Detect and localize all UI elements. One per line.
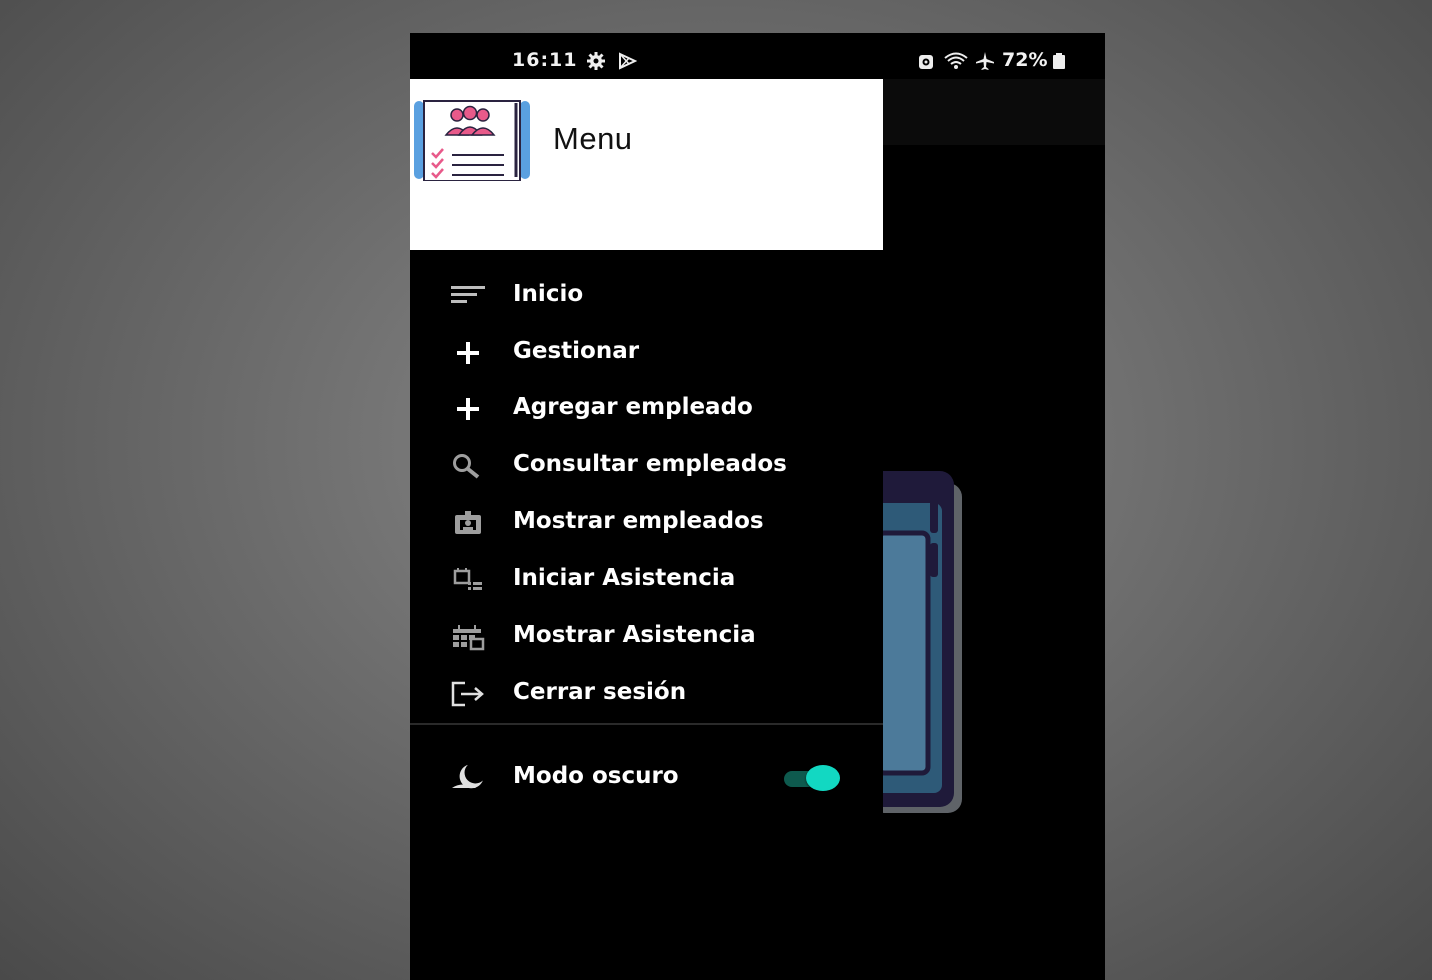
calendar-grid-icon [453, 625, 485, 651]
menu-item-iniciar-asistencia[interactable]: Iniciar Asistencia [410, 554, 883, 606]
phone-screen: 16:11 72% Menu Inicio Gestionar Agregar … [410, 33, 1105, 980]
dark-mode-row: Modo oscuro [410, 743, 883, 813]
menu-item-label: Inicio [513, 281, 584, 307]
sort-lines-icon [451, 286, 485, 303]
plus-icon [457, 398, 479, 420]
toggle-thumb [806, 765, 840, 791]
menu-item-label: Cerrar sesión [513, 679, 687, 705]
battery-icon [1053, 53, 1065, 69]
menu-item-label: Agregar empleado [513, 394, 753, 420]
play-store-icon [619, 52, 637, 70]
drawer-title: Menu [553, 121, 633, 156]
dark-mode-toggle[interactable] [784, 763, 842, 791]
badge-icon [455, 511, 481, 534]
menu-item-label: Iniciar Asistencia [513, 565, 736, 591]
app-bar [883, 79, 1105, 145]
menu-divider [410, 723, 883, 725]
settings-icon [587, 52, 605, 70]
employee-checklist-logo [412, 99, 530, 181]
menu-item-label: Gestionar [513, 338, 640, 364]
plus-icon [457, 342, 479, 364]
airplane-icon [976, 52, 994, 70]
menu-item-label: Mostrar Asistencia [513, 622, 756, 648]
menu-item-label: Mostrar empleados [513, 508, 764, 534]
alarm-icon [919, 55, 933, 69]
wifi-icon [944, 52, 968, 69]
menu-item-label: Consultar empleados [513, 451, 787, 477]
menu-item-mostrar-empleados[interactable]: Mostrar empleados [410, 497, 883, 549]
search-icon [453, 454, 480, 479]
schedule-list-icon [453, 568, 482, 590]
menu-item-cerrar-sesion[interactable]: Cerrar sesión [410, 668, 883, 720]
battery-percentage: 72% [1002, 49, 1048, 71]
menu-item-consultar-empleados[interactable]: Consultar empleados [410, 440, 883, 492]
moon-icon [452, 764, 483, 789]
dark-mode-label: Modo oscuro [513, 763, 679, 789]
menu-item-inicio[interactable]: Inicio [410, 270, 883, 322]
status-time: 16:11 [512, 49, 578, 71]
drawer-header: Menu [410, 79, 883, 250]
menu-item-agregar-empleado[interactable]: Agregar empleado [410, 383, 883, 435]
status-bar: 16:11 72% [410, 33, 1105, 79]
menu-item-gestionar[interactable]: Gestionar [410, 327, 883, 379]
navigation-drawer: Menu Inicio Gestionar Agregar empleado C… [410, 79, 883, 980]
menu-item-mostrar-asistencia[interactable]: Mostrar Asistencia [410, 611, 883, 663]
logout-icon [451, 681, 484, 707]
